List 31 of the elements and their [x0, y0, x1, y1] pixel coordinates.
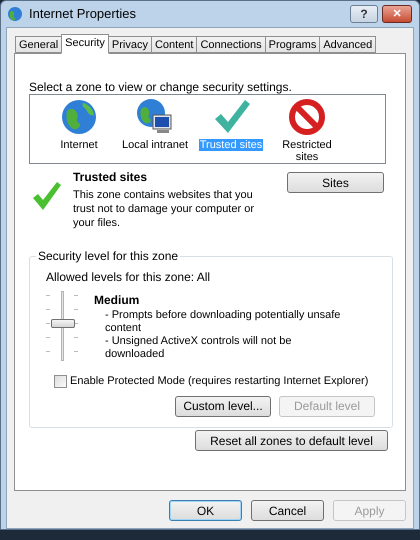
- no-entry-icon: [287, 97, 327, 137]
- reset-zones-button[interactable]: Reset all zones to default level: [195, 430, 388, 451]
- level-description: - Prompts before downloading potentially unsafe content: [104, 309, 342, 335]
- window-title: Internet Properties: [29, 5, 136, 24]
- security-slider[interactable]: [46, 291, 80, 361]
- protected-mode-checkbox[interactable]: Enable Protected Mode (requires restarting Internet Explorer): [54, 373, 376, 390]
- help-button[interactable]: ?: [350, 5, 378, 23]
- level-description: - Unsigned ActiveX controls will not be downloaded: [104, 335, 292, 361]
- sites-button[interactable]: Sites: [287, 172, 384, 193]
- globe-icon: [7, 6, 23, 22]
- dialog-button[interactable]: Cancel: [251, 500, 324, 521]
- custom-level-button[interactable]: Custom level...: [175, 396, 271, 416]
- level-name: Medium: [94, 292, 140, 309]
- tab[interactable]: General: [15, 36, 62, 53]
- zone-item[interactable]: Restricted sites: [272, 97, 342, 163]
- tab[interactable]: Privacy: [108, 36, 152, 53]
- tab[interactable]: Programs: [264, 36, 320, 53]
- zone-prompt: Select a zone to view or change security settings.: [29, 80, 293, 94]
- tab[interactable]: Content: [150, 36, 198, 53]
- tab[interactable]: Connections: [196, 36, 266, 53]
- zone-item[interactable]: Internet: [44, 97, 114, 151]
- dialog-button[interactable]: OK: [169, 500, 242, 521]
- allowed-levels-label: Allowed levels for this zone: All: [46, 269, 212, 286]
- tab[interactable]: Security: [61, 34, 109, 54]
- checkmark-icon: [31, 180, 63, 212]
- zone-description: This zone contains websites that you trust not to damage your computer or your files.: [73, 188, 255, 230]
- zone-title: Trusted sites: [73, 169, 148, 186]
- zone-item[interactable]: Local intranet: [120, 97, 190, 151]
- tab[interactable]: Advanced: [319, 36, 376, 53]
- globe-icon: [59, 97, 99, 137]
- group-legend: Security level for this zone: [36, 249, 180, 263]
